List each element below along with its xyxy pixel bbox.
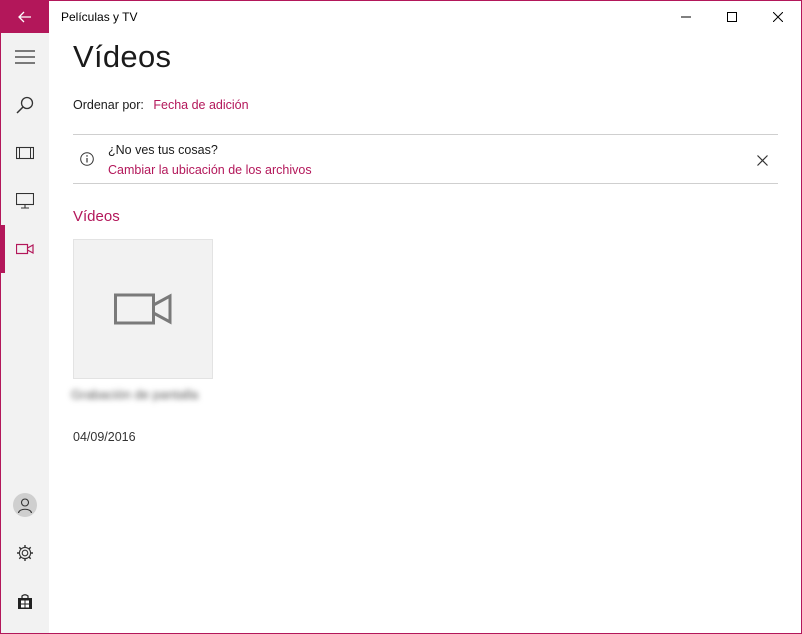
video-date: 04/09/2016	[73, 430, 136, 444]
app-window: Películas y TV Vídeos Ordenar por: Fecha…	[0, 0, 802, 634]
navigation-rail	[1, 33, 49, 633]
search-icon	[16, 96, 34, 114]
nav-search[interactable]	[1, 81, 49, 129]
minimize-button[interactable]	[663, 1, 709, 33]
hamburger-icon	[15, 50, 35, 64]
change-location-link[interactable]: Cambiar la ubicación de los archivos	[108, 163, 312, 177]
title-bar: Películas y TV	[1, 1, 801, 33]
nav-store[interactable]	[1, 577, 49, 625]
minimize-icon	[681, 16, 691, 18]
sort-label: Ordenar por:	[73, 98, 144, 112]
tv-icon	[16, 193, 34, 209]
section-title: Vídeos	[73, 208, 120, 225]
video-tile[interactable]	[73, 239, 213, 379]
close-window-button[interactable]	[755, 1, 801, 33]
close-icon	[773, 12, 783, 22]
dismiss-info-button[interactable]	[753, 151, 771, 169]
page-title: Vídeos	[73, 39, 172, 74]
video-placeholder-icon	[114, 293, 172, 325]
info-title: ¿No ves tus cosas?	[108, 143, 218, 157]
sort-row: Ordenar por: Fecha de adición	[73, 98, 249, 112]
nav-account[interactable]	[1, 481, 49, 529]
nav-videos[interactable]	[1, 225, 49, 273]
info-bar: ¿No ves tus cosas? Cambiar la ubicación …	[73, 134, 778, 184]
video-title[interactable]: Grabación de pantalla	[71, 385, 201, 405]
nav-movies[interactable]	[1, 129, 49, 177]
sort-dropdown[interactable]: Fecha de adición	[153, 98, 248, 112]
menu-button[interactable]	[1, 33, 49, 81]
close-icon	[756, 154, 768, 166]
account-icon	[17, 498, 33, 513]
app-title: Películas y TV	[61, 10, 138, 24]
back-arrow-icon	[18, 11, 31, 23]
avatar	[13, 493, 37, 517]
info-icon	[80, 152, 94, 166]
maximize-icon	[727, 12, 737, 22]
nav-settings[interactable]	[1, 529, 49, 577]
main-content: Vídeos Ordenar por: Fecha de adición ¿No…	[49, 33, 801, 633]
store-icon	[18, 593, 32, 609]
maximize-button[interactable]	[709, 1, 755, 33]
nav-tv[interactable]	[1, 177, 49, 225]
film-icon	[16, 146, 34, 160]
back-button[interactable]	[1, 1, 49, 33]
video-camera-icon	[16, 243, 34, 255]
gear-icon	[17, 545, 33, 561]
